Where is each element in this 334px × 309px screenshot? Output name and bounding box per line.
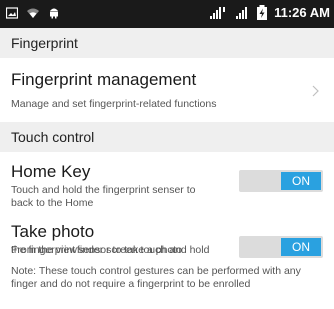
note-text: the fingerprint sensor to take a photo N… — [11, 244, 331, 291]
status-bar: 11:26 AM — [0, 0, 334, 28]
gallery-icon — [6, 6, 18, 19]
home-key-toggle[interactable]: ON — [239, 170, 323, 192]
chevron-right-icon — [312, 85, 319, 97]
home-key-subtitle-line1: Touch and hold the fingerprint senser to — [11, 184, 196, 196]
fingerprint-management-item[interactable]: Fingerprint management Manage and set fi… — [0, 58, 334, 116]
android-icon — [50, 8, 58, 19]
section-header-fingerprint: Fingerprint — [0, 28, 334, 58]
note-line1: Note: These touch control gestures can b… — [11, 265, 301, 277]
status-right-icons: 11:26 AM — [210, 5, 330, 20]
home-key-item: Home Key Touch and hold the fingerprint … — [0, 152, 334, 209]
wifi-icon — [27, 8, 39, 18]
fingerprint-management-title: Fingerprint management — [11, 70, 197, 89]
section-header-touch-control: Touch control — [0, 122, 334, 152]
status-time: 11:26 AM — [274, 5, 330, 20]
home-key-toggle-label: ON — [281, 172, 321, 190]
home-key-title: Home Key — [11, 162, 91, 181]
signal-icon-2 — [236, 6, 248, 19]
note-line2: finger and do not require a fingerprint … — [11, 278, 251, 290]
home-key-subtitle-line2: back to the Home — [11, 197, 94, 209]
battery-charging-icon — [257, 5, 268, 20]
signal-icon — [210, 6, 226, 19]
fingerprint-management-subtitle: Manage and set fingerprint-related funct… — [11, 98, 217, 110]
status-left-icons — [6, 6, 60, 19]
take-photo-subtitle-line2: the fingerprint sensor to take a photo — [11, 244, 183, 256]
take-photo-title: Take photo — [11, 222, 95, 241]
